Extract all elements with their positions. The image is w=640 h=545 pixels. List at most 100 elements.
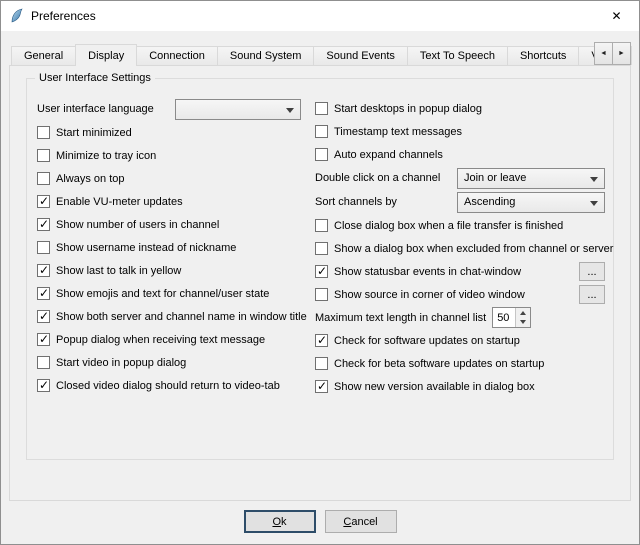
closed-video-return-checkbox[interactable] [37,379,50,392]
left-column: User interface language Start minimized [37,97,315,398]
double-click-row: Double click on a channel Join or leave [315,166,605,190]
tab-connection[interactable]: Connection [136,46,218,65]
server-channel-title-checkbox[interactable] [37,310,50,323]
title-bar: Preferences ✕ [1,1,639,31]
popup-text-message-checkbox[interactable] [37,333,50,346]
dialog-body: General Display Connection Sound System … [1,43,639,545]
always-on-top-label[interactable]: Always on top [56,173,124,185]
show-emojis-label[interactable]: Show emojis and text for channel/user st… [56,288,269,300]
spin-down-button[interactable] [516,318,530,328]
sort-channels-select[interactable]: Ascending [457,192,605,213]
max-text-length-value: 50 [493,308,515,327]
timestamp-messages-checkbox[interactable] [315,125,328,138]
tab-text-to-speech[interactable]: Text To Speech [407,46,508,65]
statusbar-events-checkbox[interactable] [315,265,328,278]
arrow-left-icon: ◄ [600,50,607,57]
spin-up-button[interactable] [516,308,530,318]
max-text-length-row: Maximum text length in channel list 50 [315,306,605,329]
option-row: Show emojis and text for channel/user st… [37,282,315,305]
language-select[interactable] [175,99,301,120]
check-beta-updates-checkbox[interactable] [315,357,328,370]
option-row: Show source in corner of video window ..… [315,283,605,306]
option-row: Start desktops in popup dialog [315,97,605,120]
desktops-popup-label[interactable]: Start desktops in popup dialog [334,103,482,115]
max-text-length-spinner[interactable]: 50 [492,307,531,328]
new-version-dialog-checkbox[interactable] [315,380,328,393]
option-row: Minimize to tray icon [37,144,315,167]
arrow-up-icon [520,308,526,315]
new-version-dialog-label[interactable]: Show new version available in dialog box [334,381,535,393]
preferences-window: Preferences ✕ General Display Connection… [0,0,640,545]
video-source-corner-checkbox[interactable] [315,288,328,301]
tab-scroll-left-button[interactable]: ◄ [594,42,613,65]
close-icon: ✕ [611,9,621,23]
last-to-talk-checkbox[interactable] [37,264,50,277]
sort-channels-label: Sort channels by [315,196,397,208]
max-text-length-label: Maximum text length in channel list [315,312,486,324]
tab-shortcuts[interactable]: Shortcuts [507,46,579,65]
show-username-checkbox[interactable] [37,241,50,254]
tab-sound-system[interactable]: Sound System [217,46,315,65]
check-updates-checkbox[interactable] [315,334,328,347]
tab-scroll-right-button[interactable]: ► [612,42,631,65]
server-channel-title-label[interactable]: Show both server and channel name in win… [56,311,307,323]
tab-bar: General Display Connection Sound System … [11,43,631,65]
option-row: Show username instead of nickname [37,236,315,259]
show-emojis-checkbox[interactable] [37,287,50,300]
right-column: Start desktops in popup dialog Timestamp… [315,97,605,398]
chevron-down-icon [590,201,598,210]
popup-text-message-label[interactable]: Popup dialog when receiving text message [56,334,265,346]
option-row: Show new version available in dialog box [315,375,605,398]
statusbar-events-more-button[interactable]: ... [579,262,605,281]
close-filetransfer-label[interactable]: Close dialog box when a file transfer is… [334,220,563,232]
show-username-label[interactable]: Show username instead of nickname [56,242,236,254]
option-row: Auto expand channels [315,143,605,166]
option-row: Check for beta software updates on start… [315,352,605,375]
video-source-corner-label[interactable]: Show source in corner of video window [334,289,525,301]
show-user-count-label[interactable]: Show number of users in channel [56,219,219,231]
tab-general[interactable]: General [11,46,76,65]
option-row: Always on top [37,167,315,190]
arrow-right-icon: ► [618,50,625,57]
desktops-popup-checkbox[interactable] [315,102,328,115]
display-tab-content: User Interface Settings User interface l… [9,65,631,501]
excluded-dialog-checkbox[interactable] [315,242,328,255]
option-row: Timestamp text messages [315,120,605,143]
check-updates-label[interactable]: Check for software updates on startup [334,335,520,347]
close-filetransfer-checkbox[interactable] [315,219,328,232]
show-user-count-checkbox[interactable] [37,218,50,231]
always-on-top-checkbox[interactable] [37,172,50,185]
minimize-to-tray-label[interactable]: Minimize to tray icon [56,150,156,162]
auto-expand-label[interactable]: Auto expand channels [334,149,443,161]
tab-display[interactable]: Display [75,44,137,66]
cancel-button[interactable]: Cancel [325,510,397,533]
window-title: Preferences [31,9,96,23]
close-button[interactable]: ✕ [594,1,639,31]
dialog-buttons: Ok Cancel [1,510,639,533]
start-minimized-label[interactable]: Start minimized [56,127,132,139]
vu-meter-updates-label[interactable]: Enable VU-meter updates [56,196,183,208]
closed-video-return-label[interactable]: Closed video dialog should return to vid… [56,380,280,392]
minimize-to-tray-checkbox[interactable] [37,149,50,162]
start-minimized-checkbox[interactable] [37,126,50,139]
option-row: Popup dialog when receiving text message [37,328,315,351]
double-click-select[interactable]: Join or leave [457,168,605,189]
option-row: Close dialog box when a file transfer is… [315,214,605,237]
ok-button[interactable]: Ok [244,510,316,533]
option-row: Show last to talk in yellow [37,259,315,282]
video-popup-checkbox[interactable] [37,356,50,369]
last-to-talk-label[interactable]: Show last to talk in yellow [56,265,181,277]
check-beta-updates-label[interactable]: Check for beta software updates on start… [334,358,544,370]
double-click-label: Double click on a channel [315,172,440,184]
video-popup-label[interactable]: Start video in popup dialog [56,357,186,369]
excluded-dialog-label[interactable]: Show a dialog box when excluded from cha… [334,243,613,255]
vu-meter-updates-checkbox[interactable] [37,195,50,208]
statusbar-events-label[interactable]: Show statusbar events in chat-window [334,266,521,278]
tab-scroll-control: ◄ ► [595,42,631,65]
option-row: Show statusbar events in chat-window ... [315,260,605,283]
video-source-more-button[interactable]: ... [579,285,605,304]
double-click-value: Join or leave [464,172,526,184]
timestamp-messages-label[interactable]: Timestamp text messages [334,126,462,138]
auto-expand-checkbox[interactable] [315,148,328,161]
tab-sound-events[interactable]: Sound Events [313,46,408,65]
